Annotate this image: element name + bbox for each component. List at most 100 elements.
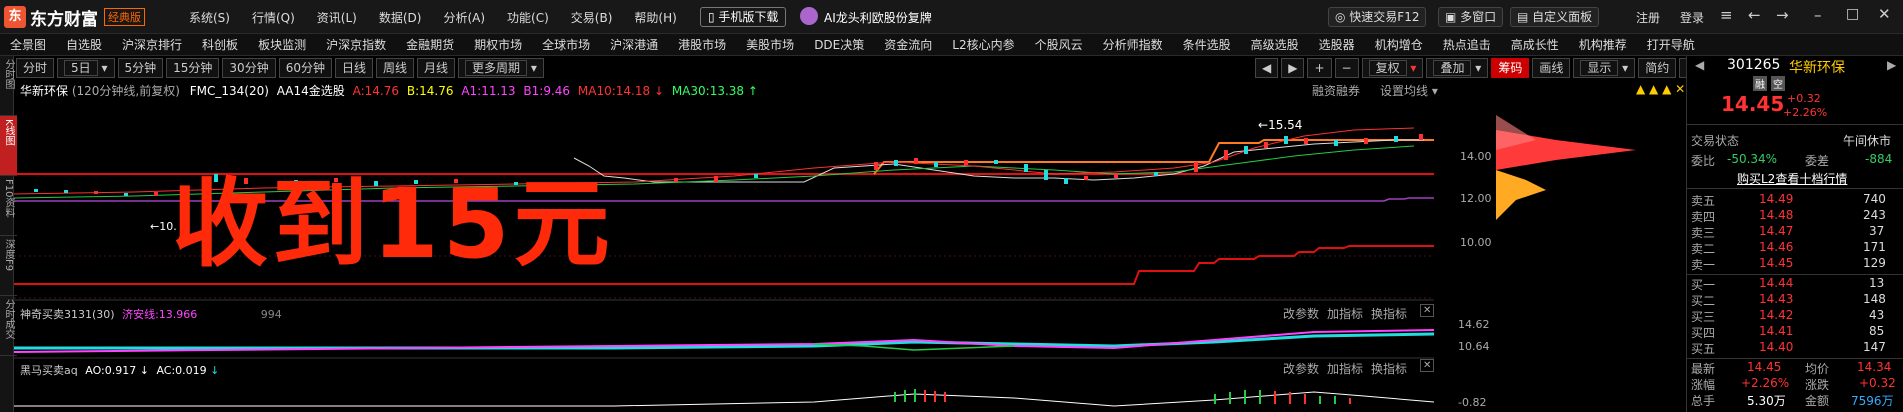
nav-item[interactable]: L2核心内参 (942, 36, 1024, 53)
nav-item[interactable]: 美股市场 (736, 36, 804, 53)
candle (1364, 138, 1368, 144)
fuquan-dropdown[interactable]: 复权 ▾ (1361, 58, 1424, 78)
period-60min[interactable]: 60分钟 (278, 58, 332, 78)
chip-icons[interactable]: ▲ ▲ ▲ ✕ (1636, 82, 1685, 96)
chart-right-arrow[interactable]: ▶ (1281, 58, 1305, 78)
period-5day[interactable]: 5日 ▾ (57, 58, 115, 78)
multi-window-button[interactable]: ▣ 多窗口 (1438, 7, 1504, 27)
nav-item[interactable]: 港股市场 (668, 36, 736, 53)
trade-status: 午间休市 (1843, 134, 1892, 148)
nav-item[interactable]: 板块监测 (248, 36, 316, 53)
nav-item[interactable]: 全球市场 (532, 36, 600, 53)
nav-item[interactable]: 热点追击 (1433, 36, 1501, 53)
menu-item-data[interactable]: 数据(D) (368, 9, 433, 26)
panel2-title[interactable]: 神奇买卖3131(30) (20, 308, 115, 321)
menu-item-news[interactable]: 资讯(L) (306, 9, 368, 26)
nav-item[interactable]: DDE决策 (804, 36, 874, 53)
nav-item[interactable]: 沪深京排行 (112, 36, 192, 53)
quick-trade-button[interactable]: ◎ 快速交易F12 (1328, 7, 1427, 27)
menu-item-trade[interactable]: 交易(B) (560, 9, 624, 26)
register-link[interactable]: 注册 (1636, 9, 1660, 26)
menu-item-help[interactable]: 帮助(H) (623, 9, 687, 26)
custom-panel-button[interactable]: ▤ 自定义面板 (1510, 7, 1600, 27)
display-dropdown[interactable]: 显示 ▾ (1573, 58, 1636, 78)
stock-code: 301265 (1727, 57, 1781, 73)
menu-icon[interactable]: ≡ (1720, 6, 1733, 24)
chart-toolbar: ◀ ▶ + − 复权 ▾ 叠加 ▾ 筹码 画线 显示 ▾ 简约 隐藏 ▾ (1255, 58, 1742, 78)
draw-line-button[interactable]: 画线 (1532, 58, 1571, 78)
nav-item[interactable]: 沪深京指数 (316, 36, 396, 53)
panel3-add-indicator[interactable]: 加指标 (1327, 360, 1363, 377)
period-week[interactable]: 周线 (376, 58, 415, 78)
candle (154, 192, 158, 196)
panel2-close-icon[interactable]: ✕ (1420, 304, 1435, 317)
panel3-edit-params[interactable]: 改参数 (1283, 360, 1319, 377)
market-navbar: 全景图 自选股 沪深京排行 科创板 板块监测 沪深京指数 金融期货 期权市场 全… (0, 34, 1903, 56)
nav-item[interactable]: 分析师指数 (1093, 36, 1173, 53)
nav-item[interactable]: 机构推荐 (1569, 36, 1637, 53)
period-30min[interactable]: 30分钟 (222, 58, 276, 78)
panel3-close-icon[interactable]: ✕ (1420, 359, 1435, 372)
period-day[interactable]: 日线 (334, 58, 373, 78)
period-month[interactable]: 月线 (417, 58, 456, 78)
nav-item[interactable]: 自选股 (56, 36, 112, 53)
panel3-title[interactable]: 黑马买卖aq (20, 364, 78, 377)
zoom-in-icon[interactable]: + (1307, 58, 1332, 78)
nav-item[interactable]: 金融期货 (396, 36, 464, 53)
weicha-label: 委差 (1805, 154, 1830, 168)
down-arrow-icon: ↓ (210, 364, 220, 377)
candle (714, 176, 718, 182)
minimize-icon[interactable]: – (1814, 6, 1822, 24)
menu-item-function[interactable]: 功能(C) (496, 9, 560, 26)
mobile-download-button[interactable]: ▯ 手机版下载 (700, 7, 787, 27)
panel2-axis-label: 10.64 (1458, 340, 1490, 353)
panel-next-icon[interactable]: ▶ (1887, 58, 1896, 72)
l2-upgrade-link[interactable]: 购买L2查看十档行情 (1737, 170, 1847, 187)
nav-item[interactable]: 高级选股 (1241, 36, 1309, 53)
period-more[interactable]: 更多周期 ▾ (458, 58, 544, 78)
candle (1194, 162, 1198, 172)
zoom-out-icon[interactable]: − (1334, 58, 1359, 78)
period-15min[interactable]: 15分钟 (166, 58, 220, 78)
ai-news-ticker[interactable]: AI龙头利欧股份复牌 (824, 9, 932, 26)
simple-button[interactable]: 简约 (1638, 58, 1677, 78)
nav-item[interactable]: 个股风云 (1025, 36, 1093, 53)
nav-item[interactable]: 打开导航 (1637, 36, 1705, 53)
maximize-icon[interactable]: □ (1846, 6, 1859, 22)
panel3-switch-indicator[interactable]: 换指标 (1371, 360, 1407, 377)
panel2-value2: 994 (260, 308, 282, 321)
nav-item[interactable]: 全景图 (0, 36, 56, 53)
stat-row: 涨幅 +2.26% 涨跌 +0.32 (1691, 376, 1896, 392)
candle (64, 190, 68, 193)
nav-item[interactable]: 高成长性 (1501, 36, 1569, 53)
panel-prev-icon[interactable]: ◀ (1695, 58, 1704, 72)
chouma-button[interactable]: 筹码 (1491, 58, 1530, 78)
nav-item[interactable]: 沪深港通 (600, 36, 668, 53)
ask-row: 卖二 14.46 171 (1691, 240, 1886, 256)
forward-icon[interactable]: → (1776, 6, 1789, 24)
menu-item-analysis[interactable]: 分析(A) (432, 9, 496, 26)
overlay-dropdown[interactable]: 叠加 ▾ (1426, 58, 1489, 78)
menu-item-system[interactable]: 系统(S) (178, 9, 241, 26)
chart-left-arrow[interactable]: ◀ (1255, 58, 1279, 78)
panel2-switch-indicator[interactable]: 换指标 (1371, 305, 1407, 322)
nav-item[interactable]: 机构增仓 (1365, 36, 1433, 53)
close-icon[interactable]: ✕ (1878, 5, 1891, 23)
nav-item[interactable]: 选股器 (1309, 36, 1365, 53)
back-icon[interactable]: ← (1748, 6, 1761, 24)
login-link[interactable]: 登录 (1680, 9, 1704, 26)
candle (1264, 142, 1268, 148)
panel2-edit-params[interactable]: 改参数 (1283, 305, 1319, 322)
nav-item[interactable]: 条件选股 (1173, 36, 1241, 53)
period-5min[interactable]: 5分钟 (117, 58, 164, 78)
panel2-add-indicator[interactable]: 加指标 (1327, 305, 1363, 322)
period-timeshare[interactable]: 分时 (16, 58, 55, 78)
trade-status-label: 交易状态 (1691, 134, 1740, 148)
y-axis-label: 12.00 (1460, 192, 1492, 205)
nav-item[interactable]: 资金流向 (874, 36, 942, 53)
menu-item-quotes[interactable]: 行情(Q) (241, 9, 306, 26)
candle (1084, 176, 1088, 180)
nav-item[interactable]: 科创板 (192, 36, 248, 53)
y-axis-label: 14.00 (1460, 150, 1492, 163)
nav-item[interactable]: 期权市场 (464, 36, 532, 53)
